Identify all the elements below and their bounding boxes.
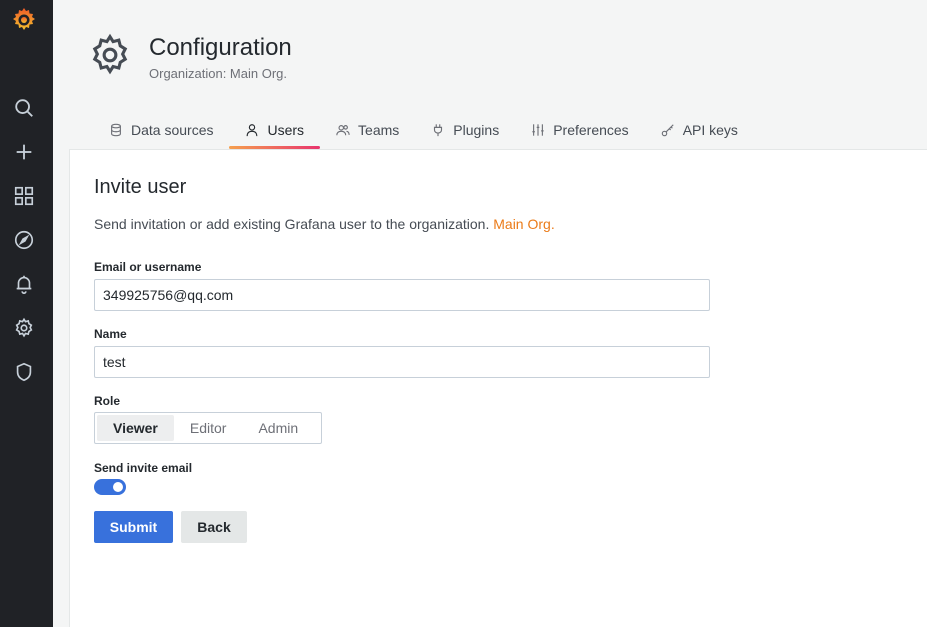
role-radio-group: Viewer Editor Admin xyxy=(94,412,322,444)
grafana-logo[interactable] xyxy=(9,5,39,35)
sliders-icon xyxy=(532,124,544,136)
role-option-viewer[interactable]: Viewer xyxy=(97,415,174,441)
description-text: Send invitation or add existing Grafana … xyxy=(94,216,490,232)
submit-button[interactable]: Submit xyxy=(94,511,173,543)
invite-user-panel: Invite user Send invitation or add exist… xyxy=(69,149,927,627)
role-option-editor[interactable]: Editor xyxy=(174,415,243,441)
page-title: Configuration xyxy=(149,34,292,61)
dashboards-icon[interactable] xyxy=(12,184,36,208)
plug-icon xyxy=(434,124,443,137)
tab-label: Teams xyxy=(358,122,400,138)
search-icon[interactable] xyxy=(12,96,36,120)
tab-label: Plugins xyxy=(453,122,500,138)
email-field[interactable]: 349925756@qq.com xyxy=(94,279,710,311)
plus-icon[interactable] xyxy=(12,140,36,164)
alerting-icon[interactable] xyxy=(12,272,36,296)
tab-label: Preferences xyxy=(553,122,629,138)
explore-icon[interactable] xyxy=(12,228,36,252)
tab-teams[interactable]: Teams xyxy=(320,112,415,148)
sidebar xyxy=(0,0,53,627)
back-button[interactable]: Back xyxy=(181,511,247,543)
user-icon xyxy=(247,124,258,137)
page-header: Configuration Organization: Main Org. Da… xyxy=(53,0,927,150)
role-option-admin[interactable]: Admin xyxy=(242,415,314,441)
users-icon xyxy=(336,125,350,136)
key-icon xyxy=(661,124,674,137)
gear-icon xyxy=(88,33,132,77)
tab-bar: Data sources Users Teams Plugins Prefere… xyxy=(93,112,754,150)
form-description: Send invitation or add existing Grafana … xyxy=(94,216,555,232)
email-label: Email or username xyxy=(94,260,202,274)
name-field[interactable]: test xyxy=(94,346,710,378)
tab-users[interactable]: Users xyxy=(229,112,320,149)
tab-api-keys[interactable]: API keys xyxy=(645,112,754,148)
org-link[interactable]: Main Org. xyxy=(493,216,554,232)
tab-label: API keys xyxy=(682,122,738,138)
database-icon xyxy=(111,123,121,137)
form-title: Invite user xyxy=(94,176,187,198)
page-subtitle: Organization: Main Org. xyxy=(149,66,288,81)
name-label: Name xyxy=(94,327,127,341)
role-label: Role xyxy=(94,394,121,408)
tab-plugins[interactable]: Plugins xyxy=(415,112,515,148)
gear-icon[interactable] xyxy=(12,316,36,340)
toggle-knob xyxy=(113,482,123,492)
send-email-label: Send invite email xyxy=(94,461,193,475)
send-invite-email-toggle[interactable] xyxy=(94,479,126,495)
tab-label: Data sources xyxy=(131,122,214,138)
tab-preferences[interactable]: Preferences xyxy=(515,112,644,148)
tab-label: Users xyxy=(267,122,305,138)
shield-icon[interactable] xyxy=(12,360,36,384)
tab-data-sources[interactable]: Data sources xyxy=(93,112,229,148)
